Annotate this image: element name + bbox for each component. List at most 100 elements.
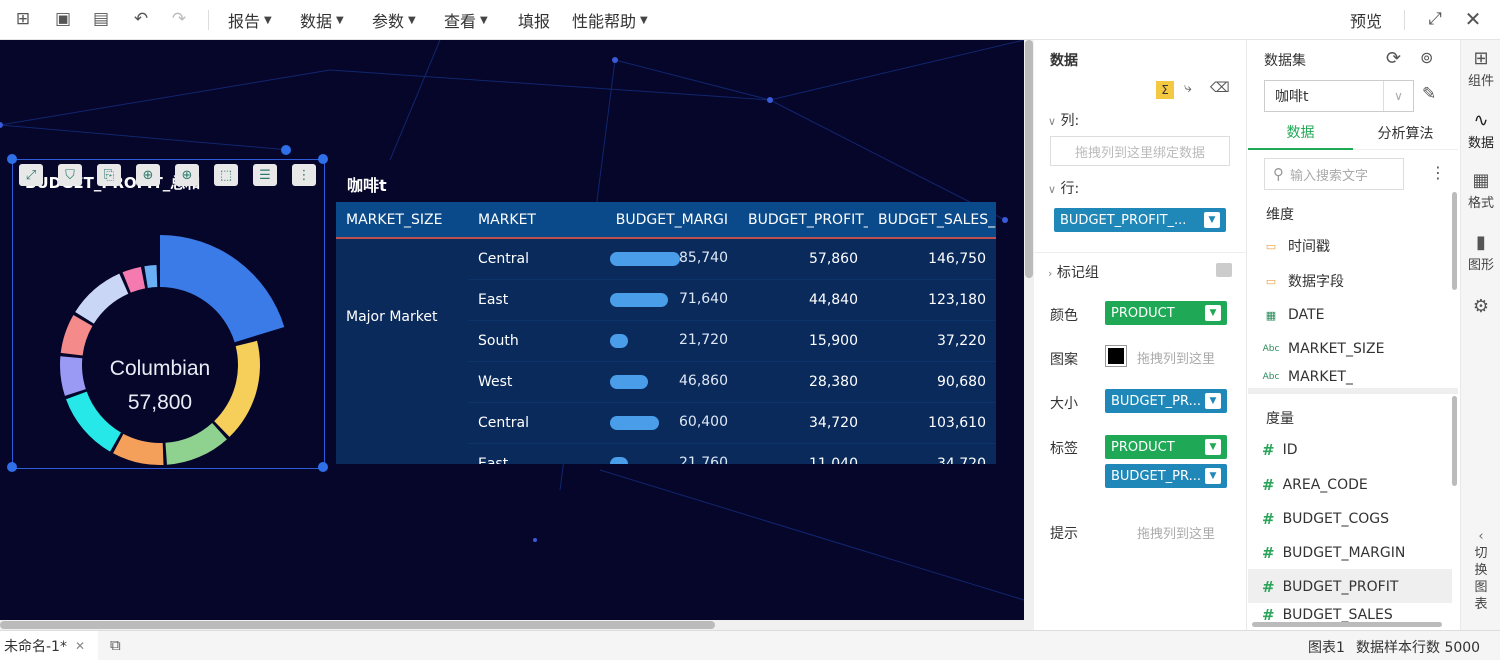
field-item[interactable]: # BUDGET_SALES <box>1262 608 1393 622</box>
save-as-icon[interactable]: ▤ <box>88 6 114 32</box>
dimension-scrollbar[interactable] <box>1452 192 1457 290</box>
rail-components[interactable]: ⊞ 组件 <box>1461 48 1500 89</box>
menu-view[interactable]: 查看 ▼ <box>444 9 488 31</box>
field-item[interactable]: # BUDGET_COGS <box>1262 504 1389 534</box>
close-icon[interactable]: ✕ <box>75 639 85 653</box>
dataset-select[interactable]: 咖啡t ∨ <box>1264 80 1414 112</box>
new-report-icon[interactable]: ⊞ <box>10 6 36 32</box>
eraser-icon[interactable]: ⌫ <box>1210 80 1230 96</box>
scrollbar-thumb[interactable] <box>1025 40 1033 278</box>
header-market-size[interactable]: MARKET_SIZE <box>336 202 468 239</box>
size-pill[interactable]: BUDGET_PR... ▼ <box>1105 389 1227 413</box>
field-label: AREA_CODE <box>1282 477 1368 493</box>
columns-dropzone[interactable]: 拖拽列到这里绑定数据 <box>1050 136 1230 166</box>
save-icon[interactable]: ▣ <box>50 6 76 32</box>
resize-handle[interactable] <box>318 462 328 472</box>
measure-scrollbar[interactable] <box>1452 396 1457 486</box>
menu-report[interactable]: 报告 ▼ <box>228 9 272 31</box>
resize-handle[interactable] <box>281 145 291 155</box>
rows-pill[interactable]: BUDGET_PROFIT_... ▼ <box>1054 208 1226 232</box>
field-item[interactable]: # ID <box>1262 435 1298 465</box>
donut-segment[interactable] <box>113 433 164 465</box>
measure-hscrollbar[interactable] <box>1252 622 1442 627</box>
field-item[interactable]: ▦ DATE <box>1262 300 1325 330</box>
donut-segment[interactable] <box>165 422 227 465</box>
rail-settings[interactable]: ⚙ <box>1461 296 1500 318</box>
menu-data[interactable]: 数据 ▼ <box>300 9 344 31</box>
donut-segment[interactable] <box>144 265 158 288</box>
rail-format[interactable]: ▦ 格式 <box>1461 170 1500 211</box>
new-tab-icon[interactable]: ⧉ <box>110 636 121 654</box>
chevron-down-icon[interactable]: ▼ <box>1205 393 1221 409</box>
more-icon[interactable]: ⋮ <box>1430 163 1446 182</box>
menu-help[interactable]: 性能帮助 ▼ <box>572 9 648 31</box>
chevron-down-icon[interactable]: ▼ <box>1205 439 1221 455</box>
chevron-down-icon[interactable]: ▼ <box>1205 305 1221 321</box>
field-search[interactable]: ⚲ 输入搜索文字 <box>1264 158 1404 190</box>
chevron-right-icon[interactable]: › <box>1048 267 1052 280</box>
resize-handle[interactable] <box>7 462 17 472</box>
search-input[interactable]: 输入搜索文字 <box>1290 165 1368 184</box>
tab-analysis[interactable]: 分析算法 <box>1353 116 1458 150</box>
field-item[interactable]: ▭ 时间戳 <box>1262 231 1330 261</box>
scrollbar-thumb[interactable] <box>0 621 715 629</box>
chevron-down-icon[interactable]: ∨ <box>1048 183 1056 196</box>
tab-data-label: 数据 <box>1286 125 1315 141</box>
donut-chart-widget[interactable]: BUDGET_PROFIT_总和 ⤢ ⛉ ⎘ ⊕ ⊕ ⬚ ☰ ⋮ Columbi… <box>7 145 328 472</box>
donut-segment[interactable] <box>214 340 260 437</box>
canvas-horizontal-scrollbar[interactable] <box>0 620 1034 630</box>
tag-pill-budget[interactable]: BUDGET_PR... ▼ <box>1105 464 1227 488</box>
switch-chart-button[interactable]: ‹ 切 换 图 表 <box>1461 528 1500 613</box>
field-item[interactable]: # BUDGET_MARGIN <box>1262 538 1405 568</box>
donut-segment[interactable] <box>160 235 285 343</box>
marks-group-label[interactable]: › 标记组 <box>1048 262 1099 282</box>
header-budget-profit[interactable]: BUDGET_PROFIT_ <box>738 202 868 239</box>
header-budget-margin[interactable]: BUDGET_MARGI <box>600 202 738 239</box>
donut-segment[interactable] <box>75 273 129 324</box>
field-item[interactable]: # AREA_CODE <box>1262 470 1368 500</box>
menu-fill[interactable]: 填报 <box>518 9 550 31</box>
donut-segment[interactable] <box>60 356 86 396</box>
calendar-icon: ▦ <box>1265 308 1277 322</box>
menu-params[interactable]: 参数 ▼ <box>372 9 416 31</box>
edit-dataset-icon[interactable]: ✎ <box>1422 84 1436 104</box>
swap-icon[interactable]: ⤷ <box>1184 80 1192 96</box>
tab-report[interactable]: 未命名-1* ✕ <box>0 631 98 661</box>
resize-handle[interactable] <box>7 154 17 164</box>
pattern-swatch[interactable] <box>1105 345 1127 367</box>
pattern-dropzone[interactable]: 拖拽列到这里 <box>1137 348 1215 367</box>
canvas-vertical-scrollbar[interactable] <box>1024 40 1034 620</box>
close-icon[interactable]: ✕ <box>1460 6 1486 32</box>
chevron-down-icon[interactable]: ▼ <box>1204 212 1220 228</box>
color-pill[interactable]: PRODUCT ▼ <box>1105 301 1227 325</box>
redo-icon[interactable]: ↷ <box>166 6 192 32</box>
dataset-switch-icon[interactable]: ⊚ <box>1420 48 1433 67</box>
field-item[interactable]: # BUDGET_PROFIT <box>1262 572 1398 602</box>
header-budget-sales[interactable]: BUDGET_SALES_ <box>868 202 996 239</box>
fullscreen-icon[interactable]: ⤢ <box>1422 6 1448 32</box>
rail-data[interactable]: ∿ 数据 <box>1461 110 1500 151</box>
rail-graph[interactable]: ▮ 图形 <box>1461 232 1500 273</box>
field-item[interactable]: Abc MARKET_ <box>1262 368 1353 386</box>
tip-dropzone[interactable]: 拖拽列到这里 <box>1137 523 1215 542</box>
undo-icon[interactable]: ↶ <box>128 6 154 32</box>
image-icon[interactable] <box>1216 263 1232 277</box>
field-item[interactable]: ▭ 数据字段 <box>1262 266 1344 296</box>
header-market[interactable]: MARKET <box>468 202 600 239</box>
chevron-down-icon[interactable]: ∨ <box>1048 115 1056 128</box>
panel-splitter[interactable] <box>1248 388 1458 394</box>
refresh-icon[interactable]: ⟳ <box>1386 48 1401 69</box>
table-header-row: MARKET_SIZE MARKET BUDGET_MARGI BUDGET_P… <box>336 202 996 239</box>
cell-sales: 34,720 <box>868 443 996 464</box>
sum-icon[interactable]: Σ <box>1156 81 1174 99</box>
preview-button[interactable]: 预览 <box>1350 9 1382 31</box>
tag-pill-product[interactable]: PRODUCT ▼ <box>1105 435 1227 459</box>
resize-handle[interactable] <box>318 154 328 164</box>
field-item[interactable]: Abc MARKET_SIZE <box>1262 334 1385 364</box>
donut-segment[interactable] <box>66 391 121 452</box>
table-widget[interactable]: MARKET_SIZE MARKET BUDGET_MARGI BUDGET_P… <box>336 202 996 464</box>
dashboard-canvas[interactable]: BUDGET_PROFIT_总和 ⤢ ⛉ ⎘ ⊕ ⊕ ⬚ ☰ ⋮ Columbi… <box>0 40 1024 620</box>
donut-segment[interactable] <box>60 315 93 356</box>
chevron-down-icon[interactable]: ▼ <box>1205 468 1221 484</box>
tab-data[interactable]: 数据 <box>1248 116 1353 150</box>
